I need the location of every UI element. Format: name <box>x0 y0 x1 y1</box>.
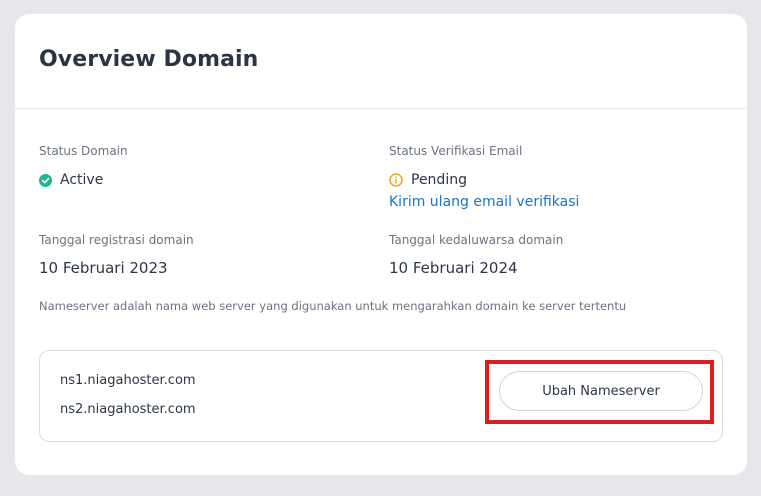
status-domain-label: Status Domain <box>39 144 128 158</box>
page-title: Overview Domain <box>39 47 259 72</box>
nameserver-note: Nameserver adalah nama web server yang d… <box>39 299 627 313</box>
nameserver-item-2: ns2.niagahoster.com <box>60 402 196 417</box>
status-email-text: Pending <box>411 172 467 188</box>
expiration-date-label: Tanggal kedaluwarsa domain <box>389 233 564 247</box>
expiration-date-value: 10 Februari 2024 <box>389 259 518 277</box>
nameserver-item-1: ns1.niagahoster.com <box>60 373 196 388</box>
check-circle-icon <box>39 173 52 187</box>
card-header: Overview Domain <box>15 14 747 109</box>
registration-date-label: Tanggal registrasi domain <box>39 233 194 247</box>
status-domain-text: Active <box>60 172 104 188</box>
nameserver-box: ns1.niagahoster.com ns2.niagahoster.com … <box>39 350 723 442</box>
status-domain-value: Active <box>39 172 103 188</box>
status-email-label: Status Verifikasi Email <box>389 144 523 158</box>
overview-domain-card: Overview Domain Status Domain Active Sta… <box>15 14 747 475</box>
resend-verification-link[interactable]: Kirim ulang email verifikasi <box>389 194 579 210</box>
status-email-value: Pending <box>389 172 467 188</box>
change-nameserver-button[interactable]: Ubah Nameserver <box>499 371 703 411</box>
info-circle-icon <box>389 173 403 187</box>
registration-date-value: 10 Februari 2023 <box>39 259 168 277</box>
